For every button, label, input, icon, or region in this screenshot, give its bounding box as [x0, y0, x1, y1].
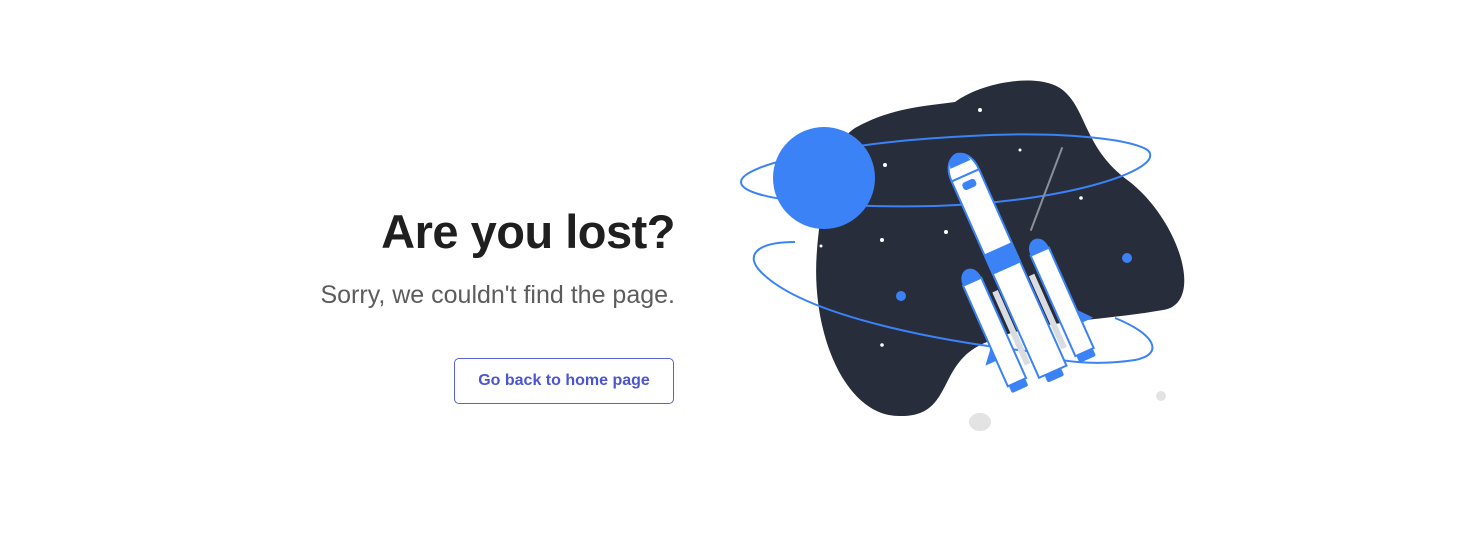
- error-message-block: Are you lost? Sorry, we couldn't find th…: [230, 200, 675, 310]
- blue-dot: [1122, 253, 1132, 263]
- not-found-page: Are you lost? Sorry, we couldn't find th…: [0, 0, 1478, 556]
- page-title: Are you lost?: [381, 205, 675, 258]
- rocket-space-illustration: [740, 80, 1185, 431]
- dust-puff: [1156, 391, 1166, 401]
- planet-icon: [773, 127, 875, 229]
- star: [944, 230, 948, 234]
- dust-puff: [969, 413, 991, 431]
- star: [819, 244, 823, 248]
- star: [883, 163, 887, 167]
- star: [880, 238, 884, 242]
- star: [1018, 148, 1022, 152]
- star: [1079, 196, 1083, 200]
- star: [880, 343, 884, 347]
- error-description: Sorry, we couldn't find the page.: [320, 281, 675, 309]
- blue-dot: [896, 291, 906, 301]
- go-home-button[interactable]: Go back to home page: [454, 358, 674, 404]
- star: [978, 108, 982, 112]
